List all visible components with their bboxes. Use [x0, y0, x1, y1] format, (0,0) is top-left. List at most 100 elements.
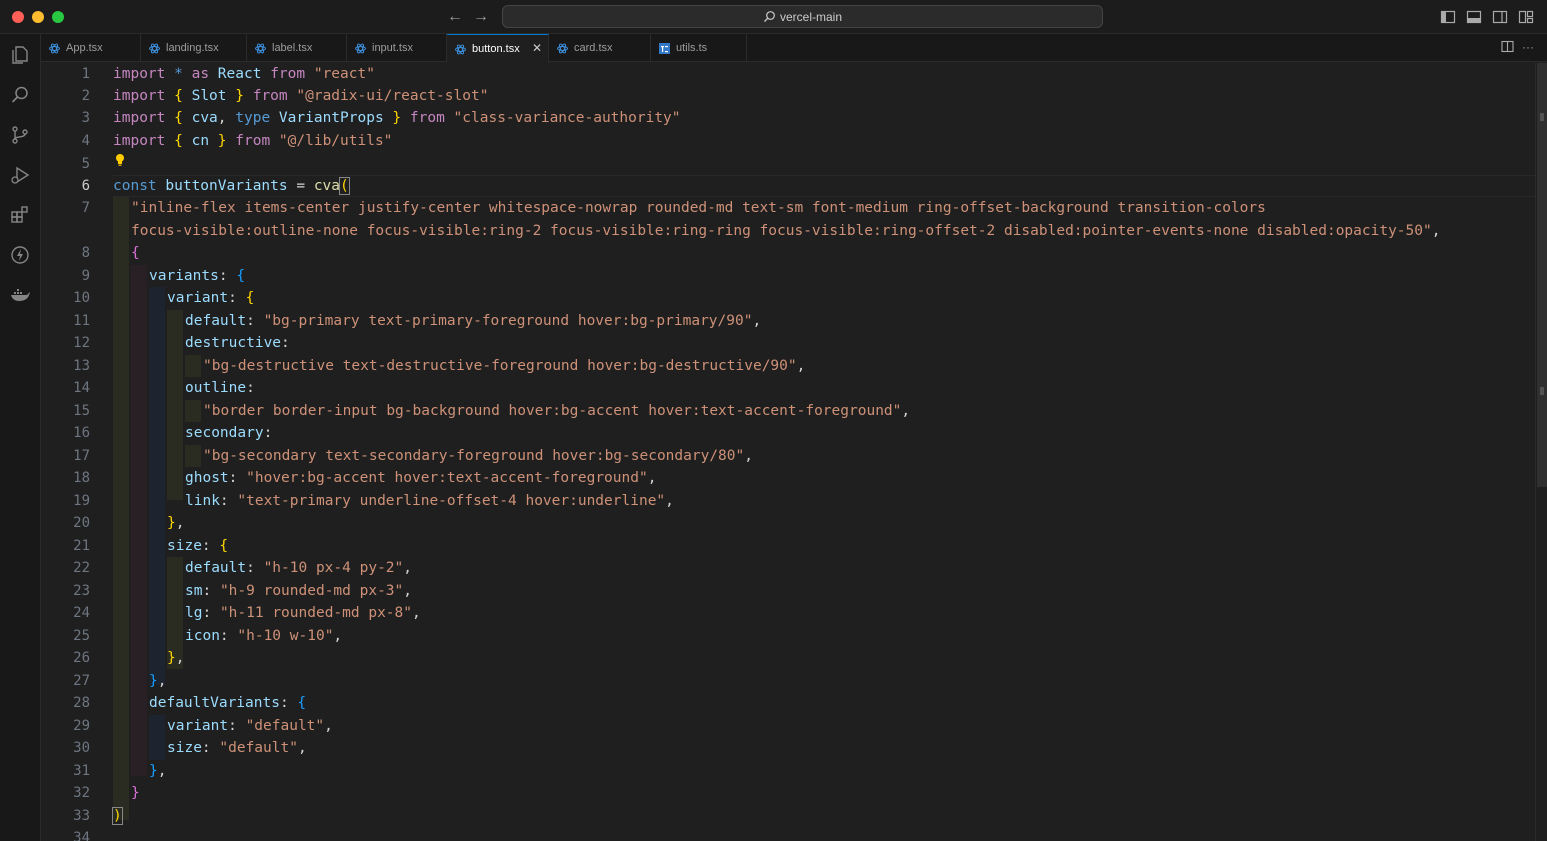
code-line: sm: "h-9 rounded-md px-3", — [185, 583, 412, 599]
scrollbar-marker — [1540, 113, 1544, 121]
tab-label-tsx[interactable]: label.tsx — [247, 34, 347, 62]
toggle-primary-sidebar-icon[interactable] — [1440, 9, 1456, 25]
minimize-window-button[interactable] — [32, 11, 44, 23]
tab-input-tsx[interactable]: input.tsx — [347, 34, 447, 62]
docker-icon[interactable] — [9, 284, 31, 306]
line-number: 26 — [73, 650, 90, 666]
line-number: 27 — [73, 673, 90, 689]
arrow-right-icon[interactable]: → — [472, 7, 490, 27]
scrollbar-thumb[interactable] — [1537, 63, 1547, 487]
code-line: ghost: "hover:bg-accent hover:text-accen… — [185, 470, 657, 486]
code-line: { — [131, 245, 140, 261]
search-icon[interactable] — [9, 84, 31, 106]
indent-guide — [131, 265, 147, 776]
react-file-icon — [149, 43, 160, 54]
line-number: 19 — [73, 493, 90, 509]
indent-guide — [185, 400, 201, 422]
line-number: 21 — [73, 538, 90, 554]
title-bar: ← → vercel-main — [0, 0, 1547, 34]
indent-guide — [167, 310, 183, 500]
code-line: import * as React from "react" — [113, 66, 375, 82]
line-number: 28 — [73, 695, 90, 711]
code-line: default: "bg-primary text-primary-foregr… — [185, 313, 762, 329]
tab-label: landing.tsx — [166, 42, 219, 54]
code-line: import { cva, type VariantProps } from "… — [113, 110, 681, 126]
close-window-button[interactable] — [12, 11, 24, 23]
line-number: 20 — [73, 515, 90, 531]
react-file-icon — [557, 43, 568, 54]
indent-guide — [149, 715, 165, 760]
more-actions-button[interactable]: ··· — [1522, 40, 1534, 54]
tab-landing-tsx[interactable]: landing.tsx — [141, 34, 247, 62]
explorer-icon[interactable] — [9, 44, 31, 66]
tab-label: utils.ts — [676, 42, 708, 54]
line-number: 18 — [73, 470, 90, 486]
tab-app-tsx[interactable]: App.tsx — [41, 34, 141, 62]
code-line: link: "text-primary underline-offset-4 h… — [185, 493, 674, 509]
typescript-file-icon — [659, 42, 670, 54]
line-number: 24 — [73, 605, 90, 621]
code-line: ) — [112, 807, 123, 825]
line-number: 11 — [73, 313, 90, 329]
code-line: outline: — [185, 380, 255, 396]
search-icon — [763, 10, 776, 23]
code-line: size: { — [167, 538, 229, 554]
line-number: 16 — [73, 425, 90, 441]
line-number: 1 — [81, 66, 90, 82]
tab-card-tsx[interactable]: card.tsx — [549, 34, 651, 62]
line-number: 13 — [73, 358, 90, 374]
line-number: 23 — [73, 583, 90, 599]
code-line: lg: "h-11 rounded-md px-8", — [185, 605, 421, 621]
vertical-scrollbar[interactable] — [1535, 63, 1547, 841]
line-number: 22 — [73, 560, 90, 576]
lightning-icon[interactable] — [9, 244, 31, 266]
split-editor-icon[interactable] — [1501, 40, 1514, 56]
line-number: 30 — [73, 740, 90, 756]
tab-label: button.tsx — [472, 43, 520, 55]
extensions-icon[interactable] — [9, 204, 31, 226]
line-number: 2 — [81, 88, 90, 104]
toggle-panel-icon[interactable] — [1466, 9, 1482, 25]
source-control-icon[interactable] — [9, 124, 31, 146]
code-line: destructive: — [185, 335, 290, 351]
code-line: size: "default", — [167, 740, 307, 756]
tab-utils-ts[interactable]: utils.ts — [651, 34, 747, 62]
lightbulb-icon[interactable] — [115, 153, 125, 167]
line-number: 32 — [73, 785, 90, 801]
line-number: 10 — [73, 290, 90, 306]
code-editor[interactable]: 1 2 3 4 5 6 7 8 9 10 11 12 13 14 15 16 1… — [41, 63, 1535, 841]
close-icon[interactable]: ✕ — [532, 42, 542, 54]
line-number: 25 — [73, 628, 90, 644]
tab-button-tsx[interactable]: button.tsx ✕ — [447, 34, 549, 63]
code-line: default: "h-10 px-4 py-2", — [185, 560, 412, 576]
code-line: const buttonVariants = cva( — [113, 177, 350, 195]
workspace-name: vercel-main — [779, 9, 842, 24]
run-debug-icon[interactable] — [9, 164, 31, 186]
code-line: }, — [149, 673, 167, 689]
command-center-search[interactable]: vercel-main — [502, 5, 1103, 28]
arrow-left-icon[interactable]: ← — [446, 7, 464, 27]
maximize-window-button[interactable] — [52, 11, 64, 23]
react-file-icon — [255, 43, 266, 54]
line-number: 15 — [73, 403, 90, 419]
toggle-secondary-sidebar-icon[interactable] — [1492, 9, 1508, 25]
line-number: 4 — [81, 133, 90, 149]
tab-label: App.tsx — [66, 42, 103, 54]
code-line: variants: { — [149, 268, 246, 284]
code-line: }, — [167, 650, 185, 666]
code-line: } — [131, 785, 140, 801]
tab-label: card.tsx — [574, 42, 613, 54]
react-file-icon — [455, 44, 466, 55]
code-area[interactable]: import * as React from "react" import { … — [112, 63, 1535, 841]
indent-guide — [185, 355, 201, 377]
code-line: import { cn } from "@/lib/utils" — [113, 133, 393, 149]
code-line: import { Slot } from "@radix-ui/react-sl… — [113, 88, 489, 104]
line-number: 17 — [73, 448, 90, 464]
customize-layout-icon[interactable] — [1518, 9, 1534, 25]
tab-label: input.tsx — [372, 42, 413, 54]
code-line: "border border-input bg-background hover… — [203, 403, 911, 419]
line-number-active: 6 — [81, 178, 90, 194]
code-line: "bg-destructive text-destructive-foregro… — [203, 358, 806, 374]
line-number: 14 — [73, 380, 90, 396]
react-file-icon — [355, 43, 366, 54]
